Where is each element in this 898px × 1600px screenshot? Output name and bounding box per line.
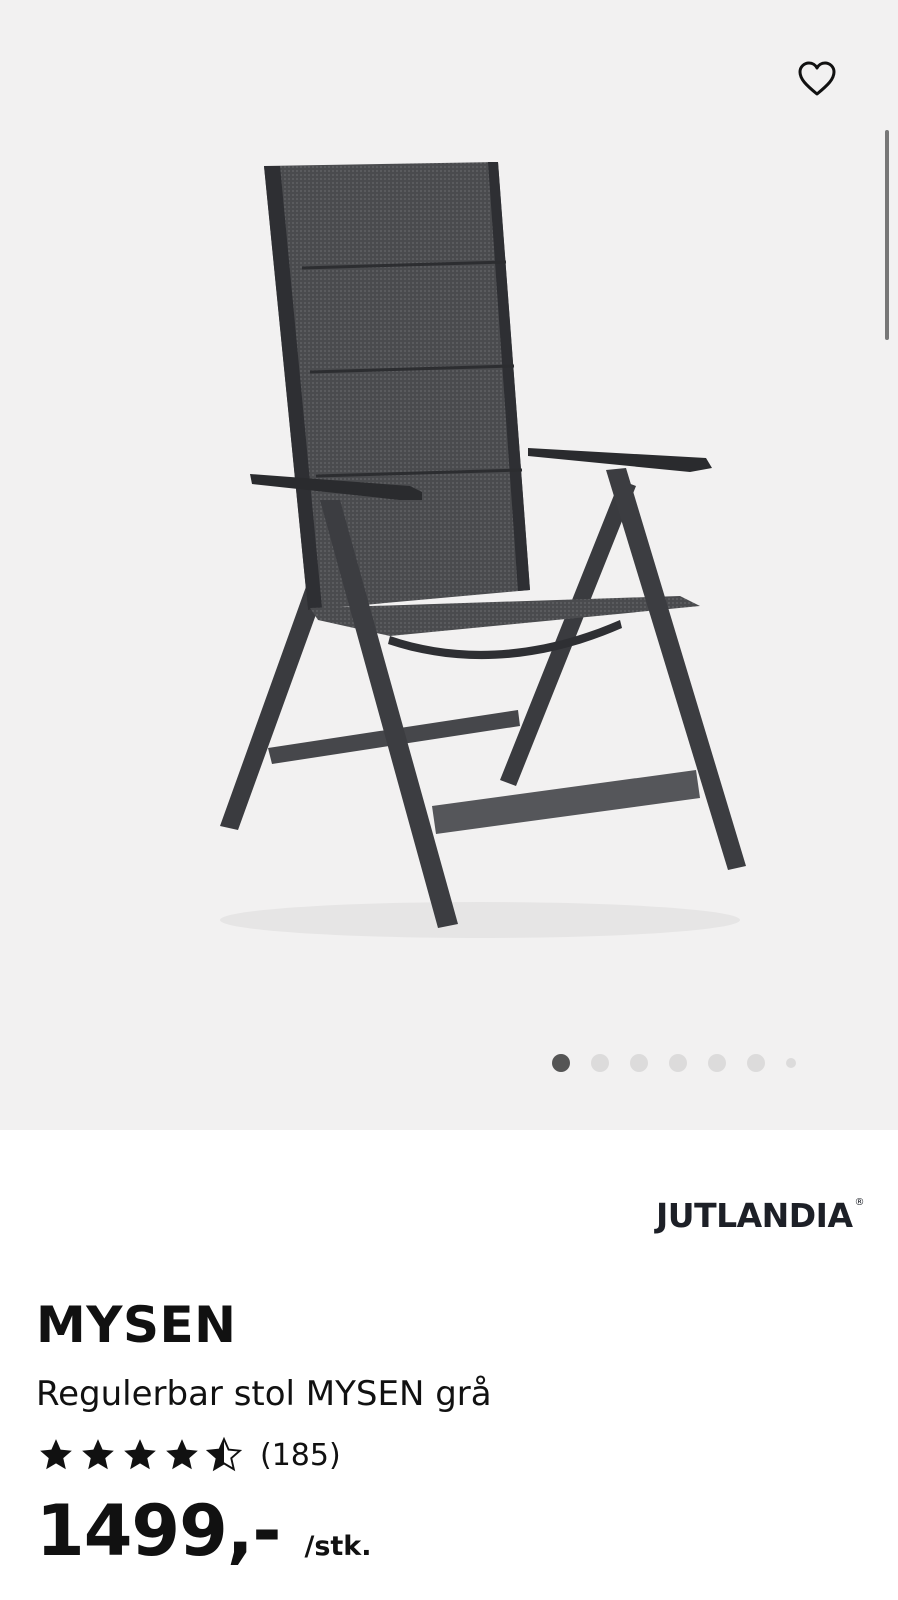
favorite-button[interactable] (794, 56, 840, 102)
star-full-icon (166, 1439, 198, 1470)
gallery-dot[interactable] (669, 1054, 687, 1072)
review-count[interactable]: (185) (260, 1438, 341, 1473)
star-full-icon (124, 1439, 156, 1470)
price-block: 1499,- /stk. (36, 1490, 372, 1572)
brand-logo: JUTLANDIA ® (656, 1196, 864, 1235)
gallery-dot[interactable] (630, 1054, 648, 1072)
page-scrollbar[interactable] (884, 130, 890, 340)
star-full-icon (40, 1439, 72, 1470)
rating-summary[interactable]: (185) (36, 1436, 341, 1474)
star-half-icon (205, 1436, 243, 1472)
product-photo-chair (220, 162, 746, 938)
star-rating (36, 1436, 246, 1474)
scrollbar-thumb[interactable] (885, 130, 889, 340)
gallery-dot[interactable] (747, 1054, 765, 1072)
product-title: MYSEN (36, 1296, 237, 1354)
registered-mark: ® (854, 1197, 865, 1208)
product-description: Regulerbar stol MYSEN grå (36, 1374, 492, 1414)
product-image-gallery[interactable] (0, 0, 898, 1130)
price-unit: /stk. (304, 1531, 372, 1562)
product-price: 1499,- (36, 1490, 281, 1572)
gallery-dot[interactable] (591, 1054, 609, 1072)
gallery-dot[interactable] (786, 1058, 796, 1068)
gallery-dot[interactable] (552, 1054, 570, 1072)
heart-outline-icon (798, 61, 836, 96)
gallery-dot[interactable] (708, 1054, 726, 1072)
brand-name: JUTLANDIA (656, 1196, 853, 1235)
gallery-pagination[interactable] (552, 1054, 817, 1072)
star-full-icon (82, 1439, 114, 1470)
